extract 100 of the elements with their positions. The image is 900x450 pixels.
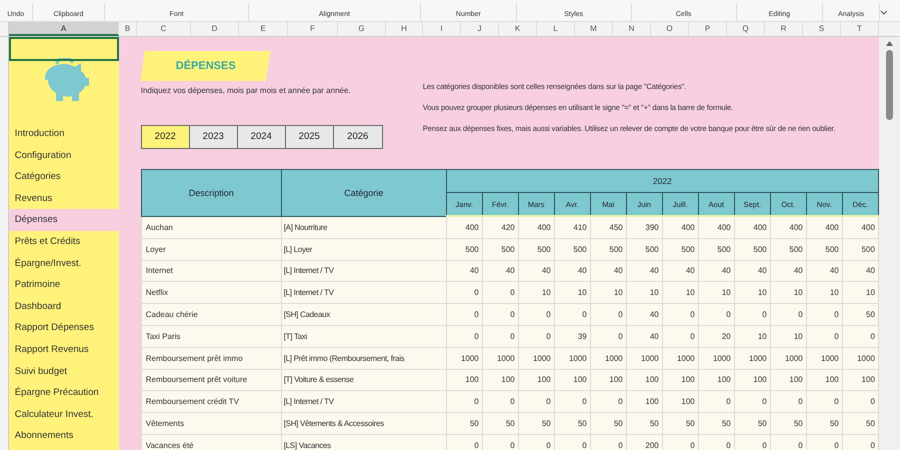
year-header: 2022 bbox=[446, 170, 878, 192]
table-cell: [LS] Vacances bbox=[281, 434, 446, 450]
column-header[interactable]: M bbox=[575, 22, 613, 36]
table-cell: 1000 bbox=[518, 347, 554, 370]
table-cell: 500 bbox=[590, 238, 626, 260]
table-cell: 10 bbox=[770, 282, 806, 304]
table-cell: 40 bbox=[554, 260, 590, 282]
table-cell: 410 bbox=[554, 216, 590, 238]
column-header[interactable]: N bbox=[613, 22, 651, 36]
column-header[interactable]: K bbox=[499, 22, 537, 36]
table-cell: 500 bbox=[734, 238, 770, 260]
year-tab[interactable]: 2023 bbox=[190, 126, 238, 148]
table-cell: Remboursement prêt voiture bbox=[141, 369, 282, 391]
sidebar-item[interactable]: Configuration bbox=[8, 144, 119, 166]
column-header[interactable]: P bbox=[689, 22, 727, 36]
table-cell: Auchan bbox=[141, 216, 282, 238]
table-cell: 40 bbox=[770, 260, 806, 282]
year-tab[interactable]: 2025 bbox=[286, 126, 334, 148]
table-cell: 50 bbox=[698, 412, 734, 434]
sidebar-item[interactable]: Épargne Précaution bbox=[8, 382, 119, 404]
sidebar-item[interactable]: Dashboard bbox=[8, 296, 119, 318]
chevron-icon[interactable] bbox=[880, 10, 888, 15]
column-header[interactable]: A bbox=[9, 22, 119, 36]
table-cell: 100 bbox=[518, 369, 554, 391]
column-header[interactable]: O bbox=[651, 22, 689, 36]
table-cell: [T] Voiture & essense bbox=[281, 369, 446, 391]
table-cell: 10 bbox=[590, 282, 626, 304]
sidebar-item[interactable]: Épargne/Invest. bbox=[8, 252, 119, 274]
column-header[interactable]: G bbox=[338, 22, 386, 36]
column-header: Catégorie bbox=[281, 170, 446, 216]
table-cell: [T] Taxi bbox=[281, 325, 446, 348]
sidebar-item[interactable]: Calculateur Invest. bbox=[8, 404, 119, 426]
sidebar-item[interactable]: Prêts et Crédits bbox=[8, 230, 119, 253]
sidebar-item[interactable]: Dépenses bbox=[8, 209, 119, 231]
column-header[interactable]: F bbox=[288, 22, 338, 36]
column-header[interactable]: Q bbox=[727, 22, 765, 36]
column-header[interactable]: E bbox=[239, 22, 288, 36]
sidebar-item[interactable]: Patrimoine bbox=[8, 274, 119, 296]
table-cell: 100 bbox=[806, 369, 842, 391]
scrollbar-thumb[interactable] bbox=[886, 50, 893, 120]
sidebar-item[interactable]: Abonnements bbox=[8, 425, 119, 447]
table-cell: [L] Prêt immo (Remboursement, frais bbox=[281, 347, 446, 370]
table-cell: 50 bbox=[842, 304, 878, 326]
table-cell: 0 bbox=[446, 325, 482, 348]
table-cell: 0 bbox=[446, 390, 482, 413]
table-cell: Taxi Paris bbox=[141, 325, 282, 348]
table-cell: 100 bbox=[590, 369, 626, 391]
column-header[interactable]: H bbox=[386, 22, 423, 36]
column-header[interactable]: D bbox=[191, 22, 239, 36]
table-cell: 40 bbox=[734, 260, 770, 282]
table-cell: 0 bbox=[806, 434, 842, 450]
table-cell: Vêtements bbox=[141, 412, 282, 434]
table-cell: [L] Internet / TV bbox=[281, 260, 446, 282]
table-cell: 0 bbox=[662, 434, 698, 450]
table-cell: 0 bbox=[482, 434, 518, 450]
table-cell: Remboursement crédit TV bbox=[141, 390, 282, 413]
table-cell: 1000 bbox=[806, 347, 842, 370]
scroll-up-icon[interactable] bbox=[886, 41, 893, 46]
table-cell: 40 bbox=[518, 260, 554, 282]
table-cell: 0 bbox=[662, 325, 698, 348]
table-cell: 40 bbox=[626, 304, 662, 326]
year-tab[interactable]: 2022 bbox=[142, 126, 190, 148]
column-header[interactable]: I bbox=[423, 22, 461, 36]
column-header[interactable]: B bbox=[119, 22, 137, 36]
column-header[interactable]: C bbox=[137, 22, 191, 36]
column-header[interactable]: R bbox=[765, 22, 803, 36]
column-header[interactable]: S bbox=[803, 22, 841, 36]
column-header[interactable]: L bbox=[537, 22, 575, 36]
table-cell: 0 bbox=[518, 434, 554, 450]
table-cell: 0 bbox=[554, 434, 590, 450]
table-cell: 0 bbox=[806, 304, 842, 326]
table-cell: 0 bbox=[518, 390, 554, 413]
table-cell: 200 bbox=[626, 434, 662, 450]
column-header[interactable]: J bbox=[461, 22, 499, 36]
table-cell: 400 bbox=[698, 216, 734, 238]
sidebar-item[interactable]: Suivi budget bbox=[8, 360, 119, 382]
table-cell: 0 bbox=[662, 304, 698, 326]
sidebar-item[interactable]: Revenus bbox=[8, 188, 119, 210]
sidebar-item[interactable]: Introduction bbox=[8, 123, 119, 145]
table-cell: Vacances été bbox=[141, 434, 282, 450]
table-cell: [L] Loyer bbox=[281, 238, 446, 260]
table-cell: 50 bbox=[734, 412, 770, 434]
table-cell: 100 bbox=[734, 369, 770, 391]
table-cell: 50 bbox=[662, 412, 698, 434]
table-cell: 10 bbox=[734, 282, 770, 304]
table-cell: 500 bbox=[554, 238, 590, 260]
year-tab[interactable]: 2024 bbox=[238, 126, 286, 148]
table-cell: 500 bbox=[842, 238, 878, 260]
table-cell: 500 bbox=[518, 238, 554, 260]
table-cell: 0 bbox=[446, 282, 482, 304]
column-header[interactable]: T bbox=[841, 22, 879, 36]
year-tab[interactable]: 2026 bbox=[334, 126, 382, 148]
sidebar-item[interactable]: Catégories bbox=[8, 166, 119, 188]
sidebar-item[interactable]: Rapport Dépenses bbox=[8, 317, 119, 339]
table-cell: 40 bbox=[698, 260, 734, 282]
sidebar-item[interactable]: Rapport Revenus bbox=[8, 338, 119, 361]
table-cell: 0 bbox=[698, 304, 734, 326]
table-cell: 0 bbox=[518, 304, 554, 326]
table-cell: 10 bbox=[734, 325, 770, 348]
table-cell: [SH] Cadeaux bbox=[281, 304, 446, 326]
